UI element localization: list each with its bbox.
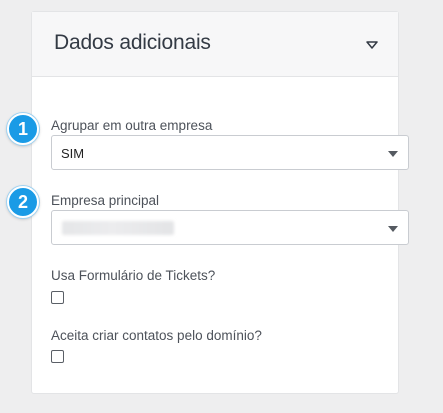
step-badge-2: 2 [7, 186, 39, 218]
empresa-principal-label: Empresa principal [51, 193, 160, 208]
additional-data-panel: Dados adicionais Agrupar em outra empres… [31, 11, 409, 394]
agrupar-select[interactable]: SIM [51, 135, 409, 170]
step-badge-1: 1 [7, 113, 39, 145]
chevron-down-icon [366, 41, 378, 49]
usa-formulario-label: Usa Formulário de Tickets? [51, 268, 216, 283]
dropdown-arrow-icon [388, 151, 398, 157]
agrupar-select-value: SIM [61, 146, 85, 161]
panel-header: Dados adicionais [32, 12, 398, 77]
collapse-toggle-button[interactable] [364, 12, 398, 76]
usa-formulario-checkbox[interactable] [51, 291, 64, 304]
aceita-criar-label: Aceita criar contatos pelo domínio? [51, 328, 262, 343]
dropdown-arrow-icon [388, 226, 398, 232]
panel-title: Dados adicionais [54, 31, 211, 54]
agrupar-label: Agrupar em outra empresa [51, 118, 213, 133]
empresa-principal-select[interactable] [51, 210, 409, 245]
redacted-value [62, 221, 174, 235]
aceita-criar-checkbox[interactable] [51, 350, 64, 363]
